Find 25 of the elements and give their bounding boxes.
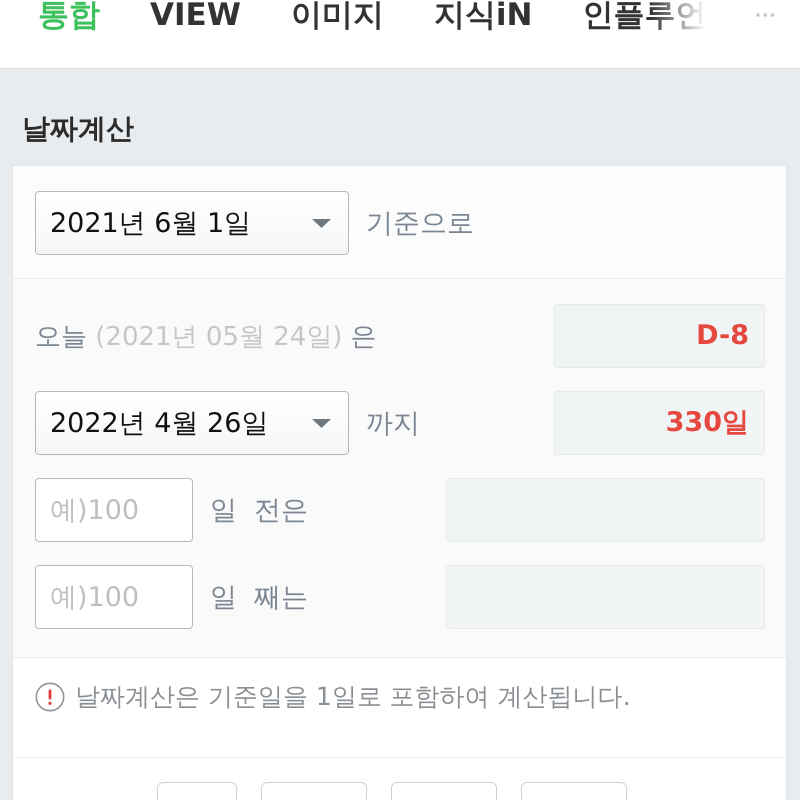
nav-tab[interactable]: 지식iN — [434, 0, 532, 30]
label-text: 까지 — [366, 407, 420, 441]
result-field: 330일 — [554, 391, 765, 455]
caret-icon — [312, 218, 331, 228]
date-select[interactable]: 2022년 4월 26일 — [35, 391, 349, 455]
label-text: 째는 — [254, 581, 308, 615]
notice-text: 날짜계산은 기준일을 1일로 포함하여 계산됩니다. — [75, 681, 631, 713]
unit-label: 일 — [210, 581, 237, 615]
unit-label: 일 — [210, 494, 237, 528]
day-input[interactable]: 예)100 — [35, 478, 193, 542]
cut-off-button[interactable] — [391, 782, 497, 800]
result-field: D-8 — [554, 304, 765, 368]
nav-tab[interactable]: VIEW — [150, 0, 241, 30]
cut-off-button[interactable] — [261, 782, 367, 800]
date-select[interactable]: 2021년 6월 1일 — [35, 191, 349, 255]
caret-icon — [312, 418, 331, 428]
cut-off-button[interactable] — [157, 782, 237, 800]
day-input[interactable]: 예)100 — [35, 565, 193, 629]
label-text: 전은 — [254, 494, 308, 528]
section-title: 날짜계산 — [22, 112, 134, 146]
nav-tab[interactable]: 이미지 — [290, 0, 384, 30]
nav-tab[interactable]: 인플루언 — [582, 0, 706, 30]
label-text: 기준으로 — [366, 207, 474, 241]
exclamation-icon — [35, 682, 65, 712]
cut-off-button[interactable] — [521, 782, 627, 800]
